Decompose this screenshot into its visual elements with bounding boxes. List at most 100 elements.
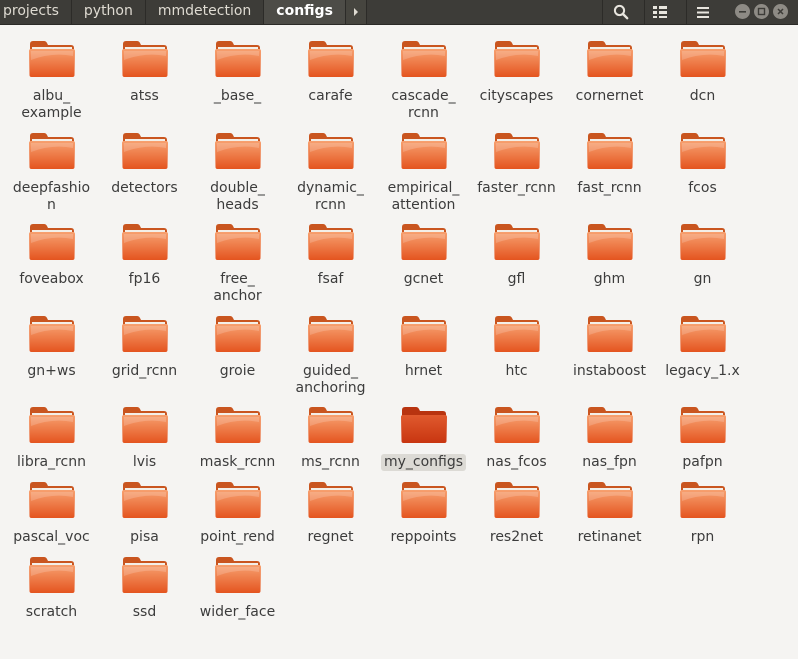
- menu-button[interactable]: [686, 0, 719, 24]
- folder-item[interactable]: dynamic_ rcnn: [284, 130, 377, 221]
- folder-item[interactable]: ssd: [98, 554, 191, 629]
- folder-icon: [214, 133, 261, 169]
- folder-item[interactable]: fp16: [98, 221, 191, 313]
- folder-label: lvis: [132, 454, 157, 470]
- folder-item[interactable]: gn+ws: [5, 313, 98, 404]
- folder-item[interactable]: legacy_1.x: [656, 313, 749, 404]
- folder-item[interactable]: regnet: [284, 479, 377, 554]
- folder-label: wider_face: [199, 604, 276, 620]
- folder-item[interactable]: _base_: [191, 38, 284, 130]
- folder-label: instaboost: [573, 363, 646, 379]
- folder-label: point_rend: [200, 529, 275, 545]
- folder-item[interactable]: res2net: [470, 479, 563, 554]
- folder-label: rpn: [690, 529, 715, 545]
- folder-label: grid_rcnn: [111, 363, 178, 379]
- folder-item[interactable]: mask_rcnn: [191, 404, 284, 479]
- folder-item[interactable]: hrnet: [377, 313, 470, 404]
- folder-label: detectors: [111, 180, 178, 196]
- folder-item[interactable]: deepfashio n: [5, 130, 98, 221]
- folder-label: cascade_ rcnn: [391, 88, 456, 121]
- folder-item[interactable]: gn: [656, 221, 749, 313]
- view-toggle-button[interactable]: [644, 0, 675, 24]
- folder-item[interactable]: grid_rcnn: [98, 313, 191, 404]
- folder-label: guided_ anchoring: [295, 363, 366, 396]
- folder-item[interactable]: groie: [191, 313, 284, 404]
- folder-item[interactable]: fcos: [656, 130, 749, 221]
- folder-item[interactable]: gfl: [470, 221, 563, 313]
- folder-item[interactable]: my_configs: [377, 404, 470, 479]
- folder-label: hrnet: [404, 363, 443, 379]
- breadcrumb-python[interactable]: python: [72, 0, 146, 24]
- breadcrumb-mmdetection[interactable]: mmdetection: [146, 0, 265, 24]
- folder-label: _base_: [213, 88, 262, 104]
- breadcrumb-configs[interactable]: configs: [264, 0, 346, 24]
- folder-icon: [586, 316, 633, 352]
- folder-item[interactable]: nas_fcos: [470, 404, 563, 479]
- search-button[interactable]: [602, 0, 639, 24]
- folder-icon: [586, 224, 633, 260]
- folder-item[interactable]: atss: [98, 38, 191, 130]
- folder-icon: [679, 316, 726, 352]
- folder-label: albu_ example: [21, 88, 82, 121]
- folder-icon: [307, 407, 354, 443]
- folder-item[interactable]: guided_ anchoring: [284, 313, 377, 404]
- close-button[interactable]: [773, 4, 788, 19]
- folder-icon: [586, 407, 633, 443]
- folder-item[interactable]: instaboost: [563, 313, 656, 404]
- folder-item[interactable]: cascade_ rcnn: [377, 38, 470, 130]
- folder-item[interactable]: fsaf: [284, 221, 377, 313]
- folder-label: dynamic_ rcnn: [297, 180, 364, 213]
- folder-item[interactable]: wider_face: [191, 554, 284, 629]
- folder-label: pafpn: [682, 454, 723, 470]
- folder-icon: [493, 316, 540, 352]
- folder-icon: [586, 133, 633, 169]
- folder-item[interactable]: ms_rcnn: [284, 404, 377, 479]
- folder-grid: albu_ example atss _base_ carafe cascade_ rc…: [5, 38, 795, 629]
- folder-item[interactable]: point_rend: [191, 479, 284, 554]
- folder-item[interactable]: cornernet: [563, 38, 656, 130]
- folder-item[interactable]: double_ heads: [191, 130, 284, 221]
- chevron-right-icon[interactable]: [345, 0, 367, 24]
- folder-label: fp16: [128, 271, 161, 287]
- folder-item[interactable]: cityscapes: [470, 38, 563, 130]
- folder-item[interactable]: rpn: [656, 479, 749, 554]
- folder-label: gcnet: [403, 271, 444, 287]
- folder-item[interactable]: carafe: [284, 38, 377, 130]
- folder-item[interactable]: retinanet: [563, 479, 656, 554]
- minimize-button[interactable]: [735, 4, 750, 19]
- folder-label: regnet: [307, 529, 354, 545]
- folder-item[interactable]: faster_rcnn: [470, 130, 563, 221]
- folder-icon: [121, 133, 168, 169]
- folder-label: free_ anchor: [213, 271, 262, 304]
- folder-label: reppoints: [390, 529, 457, 545]
- folder-item[interactable]: lvis: [98, 404, 191, 479]
- folder-icon: [307, 133, 354, 169]
- folder-item[interactable]: dcn: [656, 38, 749, 130]
- folder-item[interactable]: empirical_ attention: [377, 130, 470, 221]
- folder-item[interactable]: pascal_voc: [5, 479, 98, 554]
- folder-item[interactable]: pafpn: [656, 404, 749, 479]
- folder-item[interactable]: free_ anchor: [191, 221, 284, 313]
- folder-icon: [493, 407, 540, 443]
- folder-label: libra_rcnn: [17, 454, 86, 470]
- folder-item[interactable]: nas_fpn: [563, 404, 656, 479]
- folder-item[interactable]: htc: [470, 313, 563, 404]
- folder-item[interactable]: reppoints: [377, 479, 470, 554]
- folder-icon: [586, 41, 633, 77]
- folder-item[interactable]: libra_rcnn: [5, 404, 98, 479]
- folder-icon: [679, 482, 726, 518]
- breadcrumb-projects[interactable]: projects: [0, 0, 72, 24]
- folder-item[interactable]: detectors: [98, 130, 191, 221]
- folder-item[interactable]: ghm: [563, 221, 656, 313]
- folder-item[interactable]: pisa: [98, 479, 191, 554]
- maximize-button[interactable]: [754, 4, 769, 19]
- folder-icon: [400, 133, 447, 169]
- folder-label: retinanet: [577, 529, 642, 545]
- folder-item[interactable]: foveabox: [5, 221, 98, 313]
- folder-icon: [493, 224, 540, 260]
- folder-item[interactable]: scratch: [5, 554, 98, 629]
- folder-icon: [214, 41, 261, 77]
- folder-item[interactable]: albu_ example: [5, 38, 98, 130]
- folder-item[interactable]: gcnet: [377, 221, 470, 313]
- folder-item[interactable]: fast_rcnn: [563, 130, 656, 221]
